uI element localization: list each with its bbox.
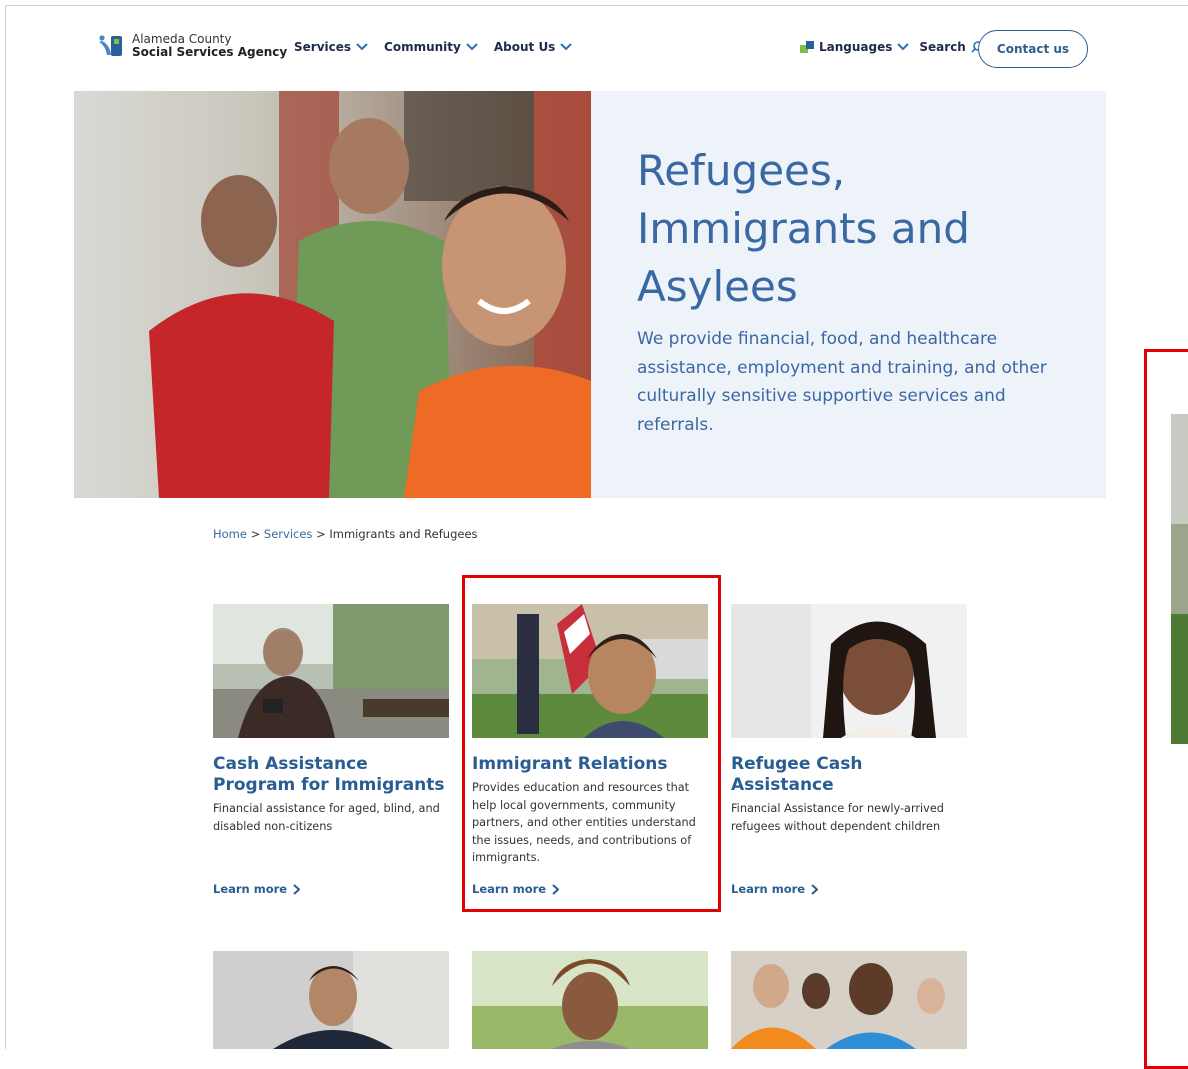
card-refugee-cash-assistance: Refugee Cash Assistance Financial Assist… bbox=[731, 604, 968, 896]
chevron-down-icon bbox=[897, 43, 910, 51]
utility-nav: Languages Search bbox=[800, 40, 983, 54]
chevron-right-icon bbox=[293, 883, 301, 895]
search-button[interactable]: Search bbox=[919, 40, 983, 54]
highlight-box bbox=[1144, 349, 1188, 1069]
breadcrumb-services[interactable]: Services bbox=[264, 527, 313, 541]
card-description: Financial Assistance for newly-arrived r… bbox=[731, 802, 944, 833]
chevron-down-icon bbox=[466, 43, 478, 51]
learn-more-label: Learn more bbox=[731, 882, 806, 896]
nav-community-label: Community bbox=[384, 40, 461, 54]
breadcrumb-separator: > bbox=[312, 527, 330, 541]
main-nav: Services Community About Us bbox=[294, 40, 573, 54]
nav-community[interactable]: Community bbox=[384, 40, 478, 54]
logo-line-2: Social Services Agency bbox=[132, 45, 288, 59]
nav-services[interactable]: Services bbox=[294, 40, 368, 54]
card-image bbox=[731, 951, 967, 1049]
learn-more-link[interactable]: Learn more bbox=[213, 882, 301, 896]
hero-description: We provide financial, food, and healthca… bbox=[637, 329, 1047, 435]
page-title: Refugees, Immigrants and Asylees bbox=[637, 146, 970, 311]
logo-text: Alameda County Social Services Agency bbox=[132, 33, 287, 59]
card-title[interactable]: Refugee Cash Assistance bbox=[731, 754, 968, 796]
card-image bbox=[472, 951, 708, 1049]
hero-image bbox=[74, 91, 591, 498]
breadcrumb-home[interactable]: Home bbox=[213, 527, 247, 541]
card-image bbox=[213, 951, 449, 1049]
languages-label: Languages bbox=[819, 40, 893, 54]
breadcrumb: Home > Services > Immigrants and Refugee… bbox=[213, 527, 478, 541]
languages-menu[interactable]: Languages bbox=[800, 40, 910, 54]
card-title[interactable]: Cash Assistance Program for Immigrants bbox=[213, 754, 450, 796]
contact-us-button[interactable]: Contact us bbox=[978, 30, 1088, 68]
translate-icon bbox=[800, 41, 814, 53]
nav-about-us-label: About Us bbox=[493, 40, 556, 54]
chevron-down-icon bbox=[356, 43, 368, 51]
chevron-right-icon bbox=[811, 883, 819, 895]
breadcrumb-current: Immigrants and Refugees bbox=[329, 527, 478, 541]
logo-mark-icon bbox=[98, 33, 124, 59]
card-image bbox=[731, 604, 967, 738]
card-description: Financial assistance for aged, blind, an… bbox=[213, 802, 440, 833]
agency-logo[interactable]: Alameda County Social Services Agency bbox=[98, 33, 287, 59]
nav-services-label: Services bbox=[294, 40, 352, 54]
card-image bbox=[213, 604, 449, 738]
chevron-down-icon bbox=[560, 43, 573, 51]
nav-about-us[interactable]: About Us bbox=[493, 40, 573, 54]
card-cash-assistance-immigrants: Cash Assistance Program for Immigrants F… bbox=[213, 604, 450, 896]
learn-more-link[interactable]: Learn more bbox=[731, 882, 819, 896]
search-label: Search bbox=[919, 40, 966, 54]
highlight-box bbox=[462, 575, 721, 912]
breadcrumb-separator: > bbox=[246, 527, 264, 541]
learn-more-label: Learn more bbox=[213, 882, 288, 896]
